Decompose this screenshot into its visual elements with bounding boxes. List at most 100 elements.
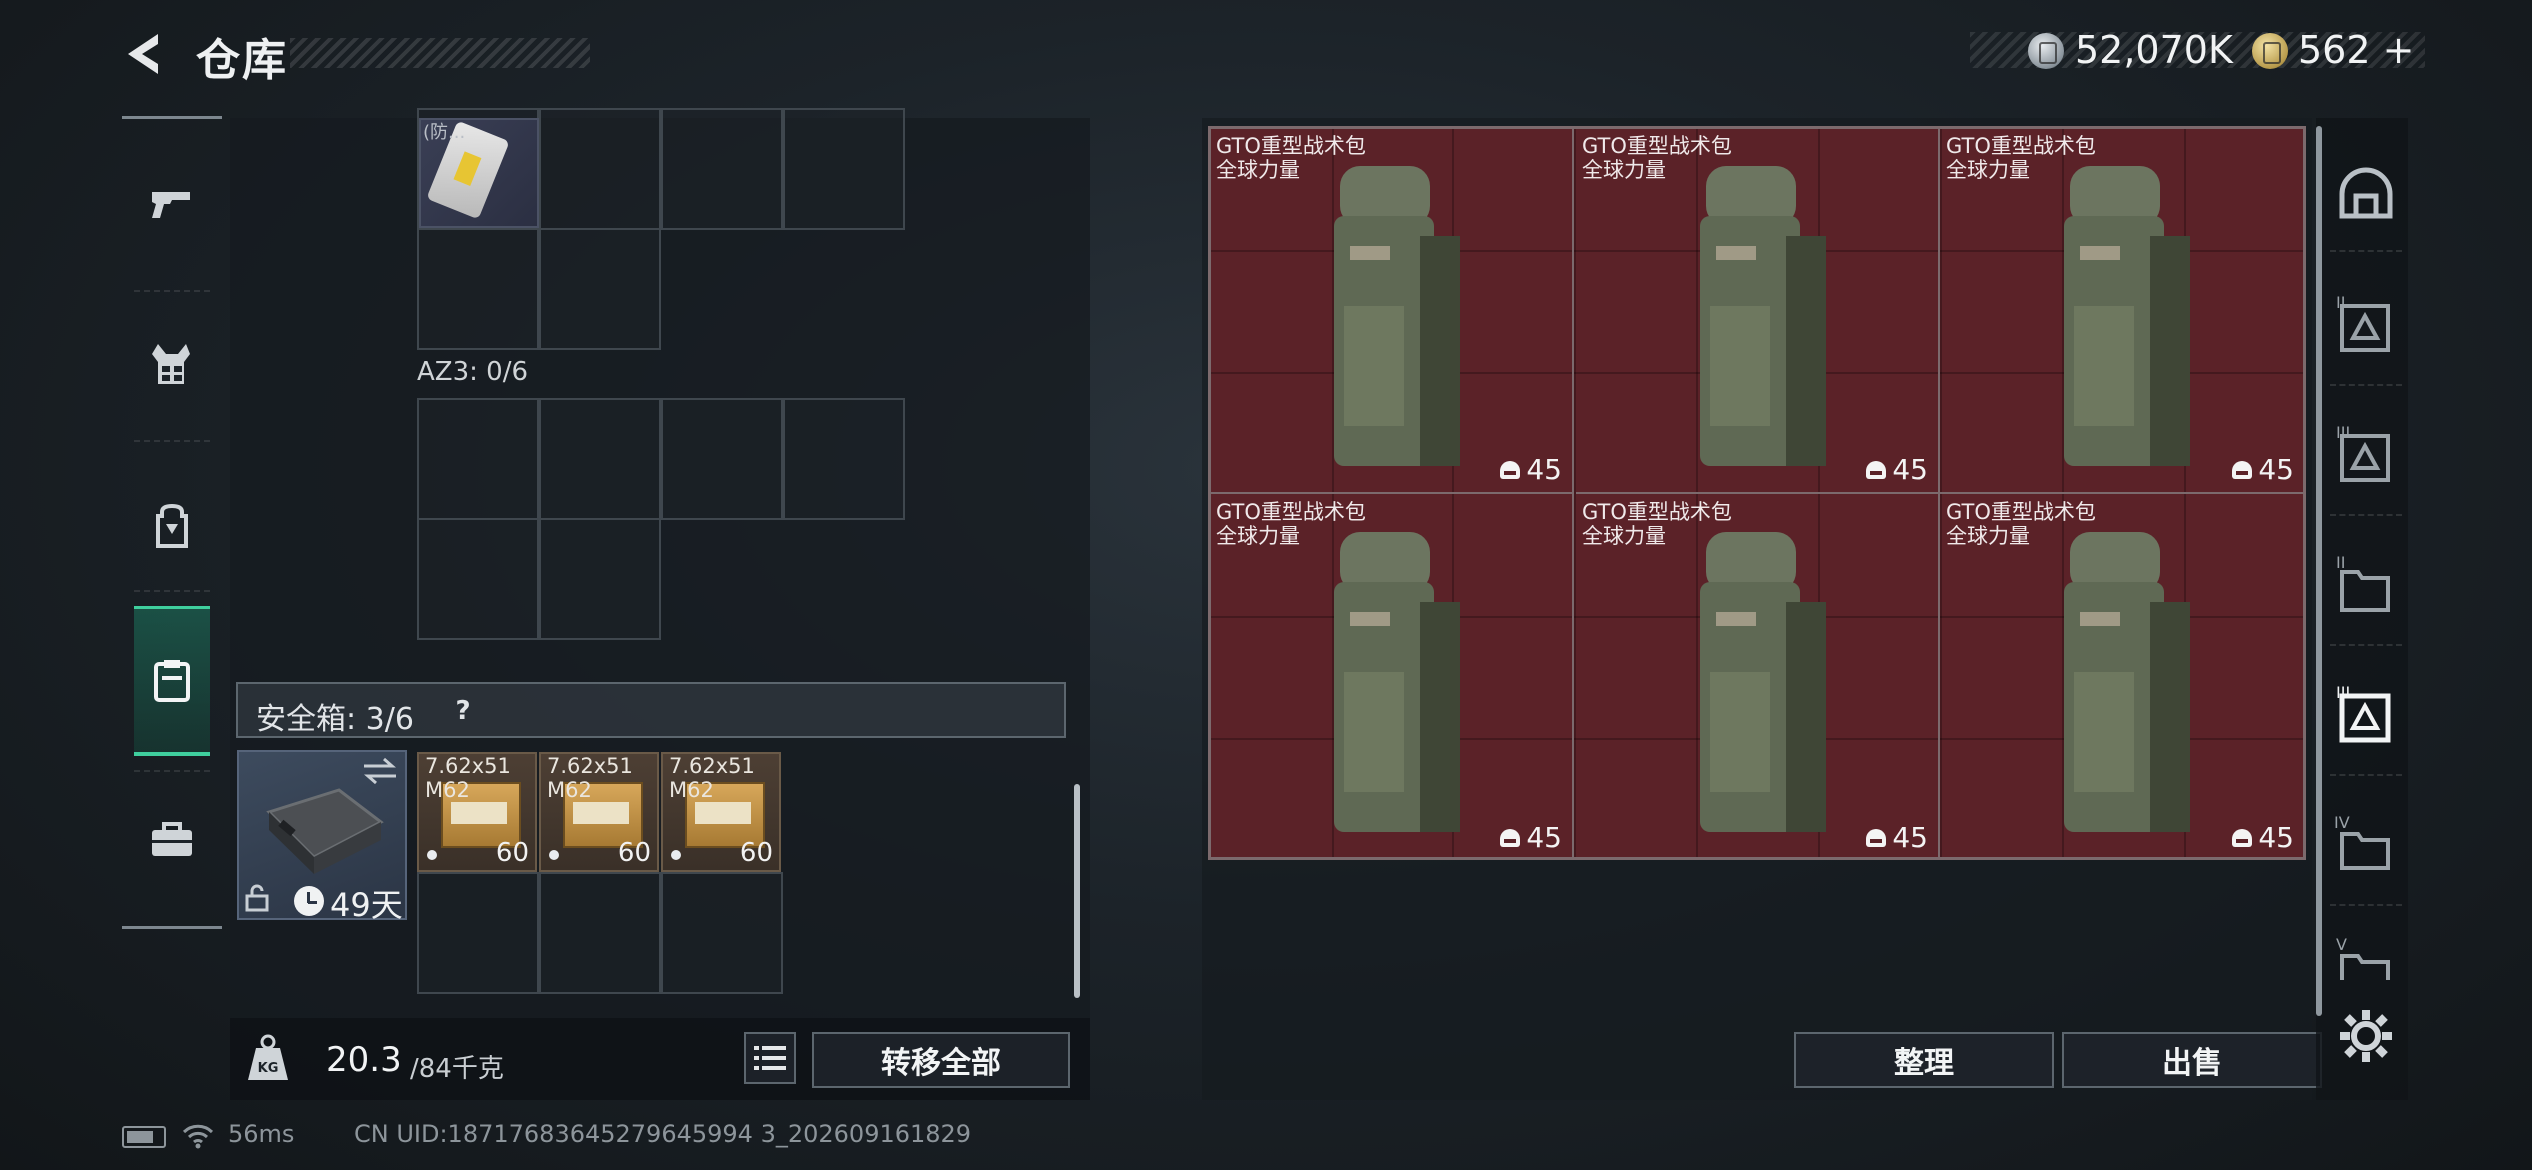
swap-icon[interactable] [360, 756, 400, 786]
backpack-image [2064, 166, 2190, 466]
tab-divider [2330, 250, 2402, 252]
ammo-count: 60 [495, 838, 529, 868]
stash-item-backpack[interactable]: GTO重型战术包 全球力量 45 [1210, 128, 1574, 494]
helmet-icon [1500, 460, 1521, 479]
helmet-icon [1866, 828, 1887, 847]
ammo-count: 60 [617, 838, 651, 868]
tier-ii-folder-icon: II [2336, 553, 2390, 612]
grid-slot[interactable] [417, 228, 539, 350]
sell-button[interactable]: 出售 [2062, 1032, 2322, 1088]
backpack-image [1334, 166, 1460, 466]
stash-item-backpack[interactable]: GTO重型战术包 全球力量 45 [1576, 494, 1940, 860]
inventory-scrollbar[interactable] [1074, 784, 1080, 998]
az3-slot[interactable] [539, 518, 661, 640]
lock-icon [245, 884, 269, 912]
grid-slot[interactable] [661, 108, 783, 230]
stash-tab-6[interactable]: IV [2332, 808, 2400, 876]
sidebar-item-weapons[interactable] [140, 172, 204, 236]
sidebar-divider [134, 440, 210, 442]
item-tag: 45 [2232, 453, 2294, 486]
backpack-image [2064, 532, 2190, 832]
helmet-icon [2232, 828, 2253, 847]
stash-tab-4[interactable]: II [2332, 548, 2400, 616]
ammo-dot-icon [671, 850, 681, 860]
helmet-icon [2232, 460, 2253, 479]
az3-slot[interactable] [417, 398, 539, 520]
grid-slot[interactable] [783, 108, 905, 230]
safe-box-label: 安全箱: 3/6 [256, 702, 414, 737]
stash-tab-7[interactable]: V [2332, 930, 2400, 980]
ammo-name: 7.62x51 M62 [425, 754, 511, 802]
stash-item-backpack[interactable]: GTO重型战术包 全球力量 45 [1576, 128, 1940, 494]
item-tag: 45 [2232, 821, 2294, 854]
sidebar-item-vest[interactable] [140, 332, 204, 396]
item-tag: 45 [1866, 821, 1928, 854]
stash-item-backpack[interactable]: GTO重型战术包 全球力量 45 [1940, 494, 2304, 860]
ammo-item[interactable]: 7.62x51 M62 60 [661, 752, 781, 872]
ammo-name: 7.62x51 M62 [547, 754, 633, 802]
help-icon[interactable]: ? [446, 694, 480, 728]
sort-button[interactable]: 整理 [1794, 1032, 2054, 1088]
backpack-image [1334, 532, 1460, 832]
list-view-button[interactable] [744, 1032, 796, 1084]
backpack-image [1700, 532, 1826, 832]
tab-divider [2330, 904, 2402, 906]
keycard-label: (防... [423, 122, 466, 143]
briefcase-icon [152, 822, 192, 856]
tier-iv-icon: IV [2334, 813, 2390, 870]
sidebar-divider [134, 290, 210, 292]
settings-gear-icon[interactable] [2336, 1006, 2396, 1066]
uid-text: CN UID:18717683645279645994 3_2026091618… [354, 1120, 972, 1148]
sidebar-bottom-line [122, 926, 222, 929]
backpack-icon [156, 503, 188, 548]
az3-slot[interactable] [783, 398, 905, 520]
grid-slot[interactable] [539, 228, 661, 350]
ammo-item[interactable]: 7.62x51 M62 60 [417, 752, 537, 872]
sidebar-item-container[interactable] [140, 648, 204, 712]
tier-v-icon: V [2336, 935, 2390, 980]
sidebar-item-briefcase[interactable] [140, 808, 204, 872]
home-stash-icon [2339, 167, 2393, 219]
stash-item-backpack[interactable]: GTO重型战术包 全球力量 45 [1210, 494, 1574, 860]
tab-divider [2330, 774, 2402, 776]
helmet-icon [1500, 828, 1521, 847]
sidebar-item-backpack[interactable] [140, 494, 204, 558]
sidebar-top-line [122, 116, 222, 119]
ammo-item[interactable]: 7.62x51 M62 60 [539, 752, 659, 872]
tier-ii-stash-icon: II [2336, 293, 2390, 352]
safe-case-image [266, 788, 384, 874]
safe-box-slot[interactable] [417, 872, 539, 994]
weight-value: 20.3 [326, 1040, 402, 1080]
stash-tab-3[interactable]: III [2332, 418, 2400, 486]
az3-slot[interactable] [661, 398, 783, 520]
az3-slot[interactable] [417, 518, 539, 640]
ammo-count: 60 [739, 838, 773, 868]
add-currency-button[interactable]: + [2383, 28, 2415, 72]
ammo-name: 7.62x51 M62 [669, 754, 755, 802]
stash-tabs-scrollbar[interactable] [2316, 126, 2322, 1016]
case-days-remaining: 49天 [330, 886, 403, 924]
silver-currency-value: 52,070K [2075, 28, 2233, 72]
back-arrow-icon[interactable] [118, 28, 170, 80]
list-icon [754, 1046, 786, 1070]
stash-tab-home[interactable] [2332, 160, 2400, 228]
title-stripe [290, 38, 590, 68]
wifi-icon [182, 1124, 214, 1149]
grid-slot[interactable] [539, 108, 661, 230]
item-tag: 45 [1500, 821, 1562, 854]
stash-tab-2[interactable]: II [2332, 288, 2400, 356]
svg-text:II: II [2336, 553, 2345, 572]
az3-slot[interactable] [539, 398, 661, 520]
safe-box-slot[interactable] [539, 872, 661, 994]
backpack-image [1700, 166, 1826, 466]
tier-iii-stash-icon: III [2336, 423, 2390, 482]
pistol-icon [152, 192, 190, 218]
tab-divider [2330, 384, 2402, 386]
transfer-all-button[interactable]: 转移全部 [812, 1032, 1070, 1088]
stash-item-backpack[interactable]: GTO重型战术包 全球力量 45 [1940, 128, 2304, 494]
svg-text:IV: IV [2334, 813, 2350, 832]
safe-box-slot[interactable] [661, 872, 783, 994]
stash-tab-5-active[interactable]: III [2332, 678, 2400, 746]
gold-currency-value[interactable]: 562 + [2298, 28, 2414, 72]
weight-kg-icon: KG [248, 1034, 288, 1080]
